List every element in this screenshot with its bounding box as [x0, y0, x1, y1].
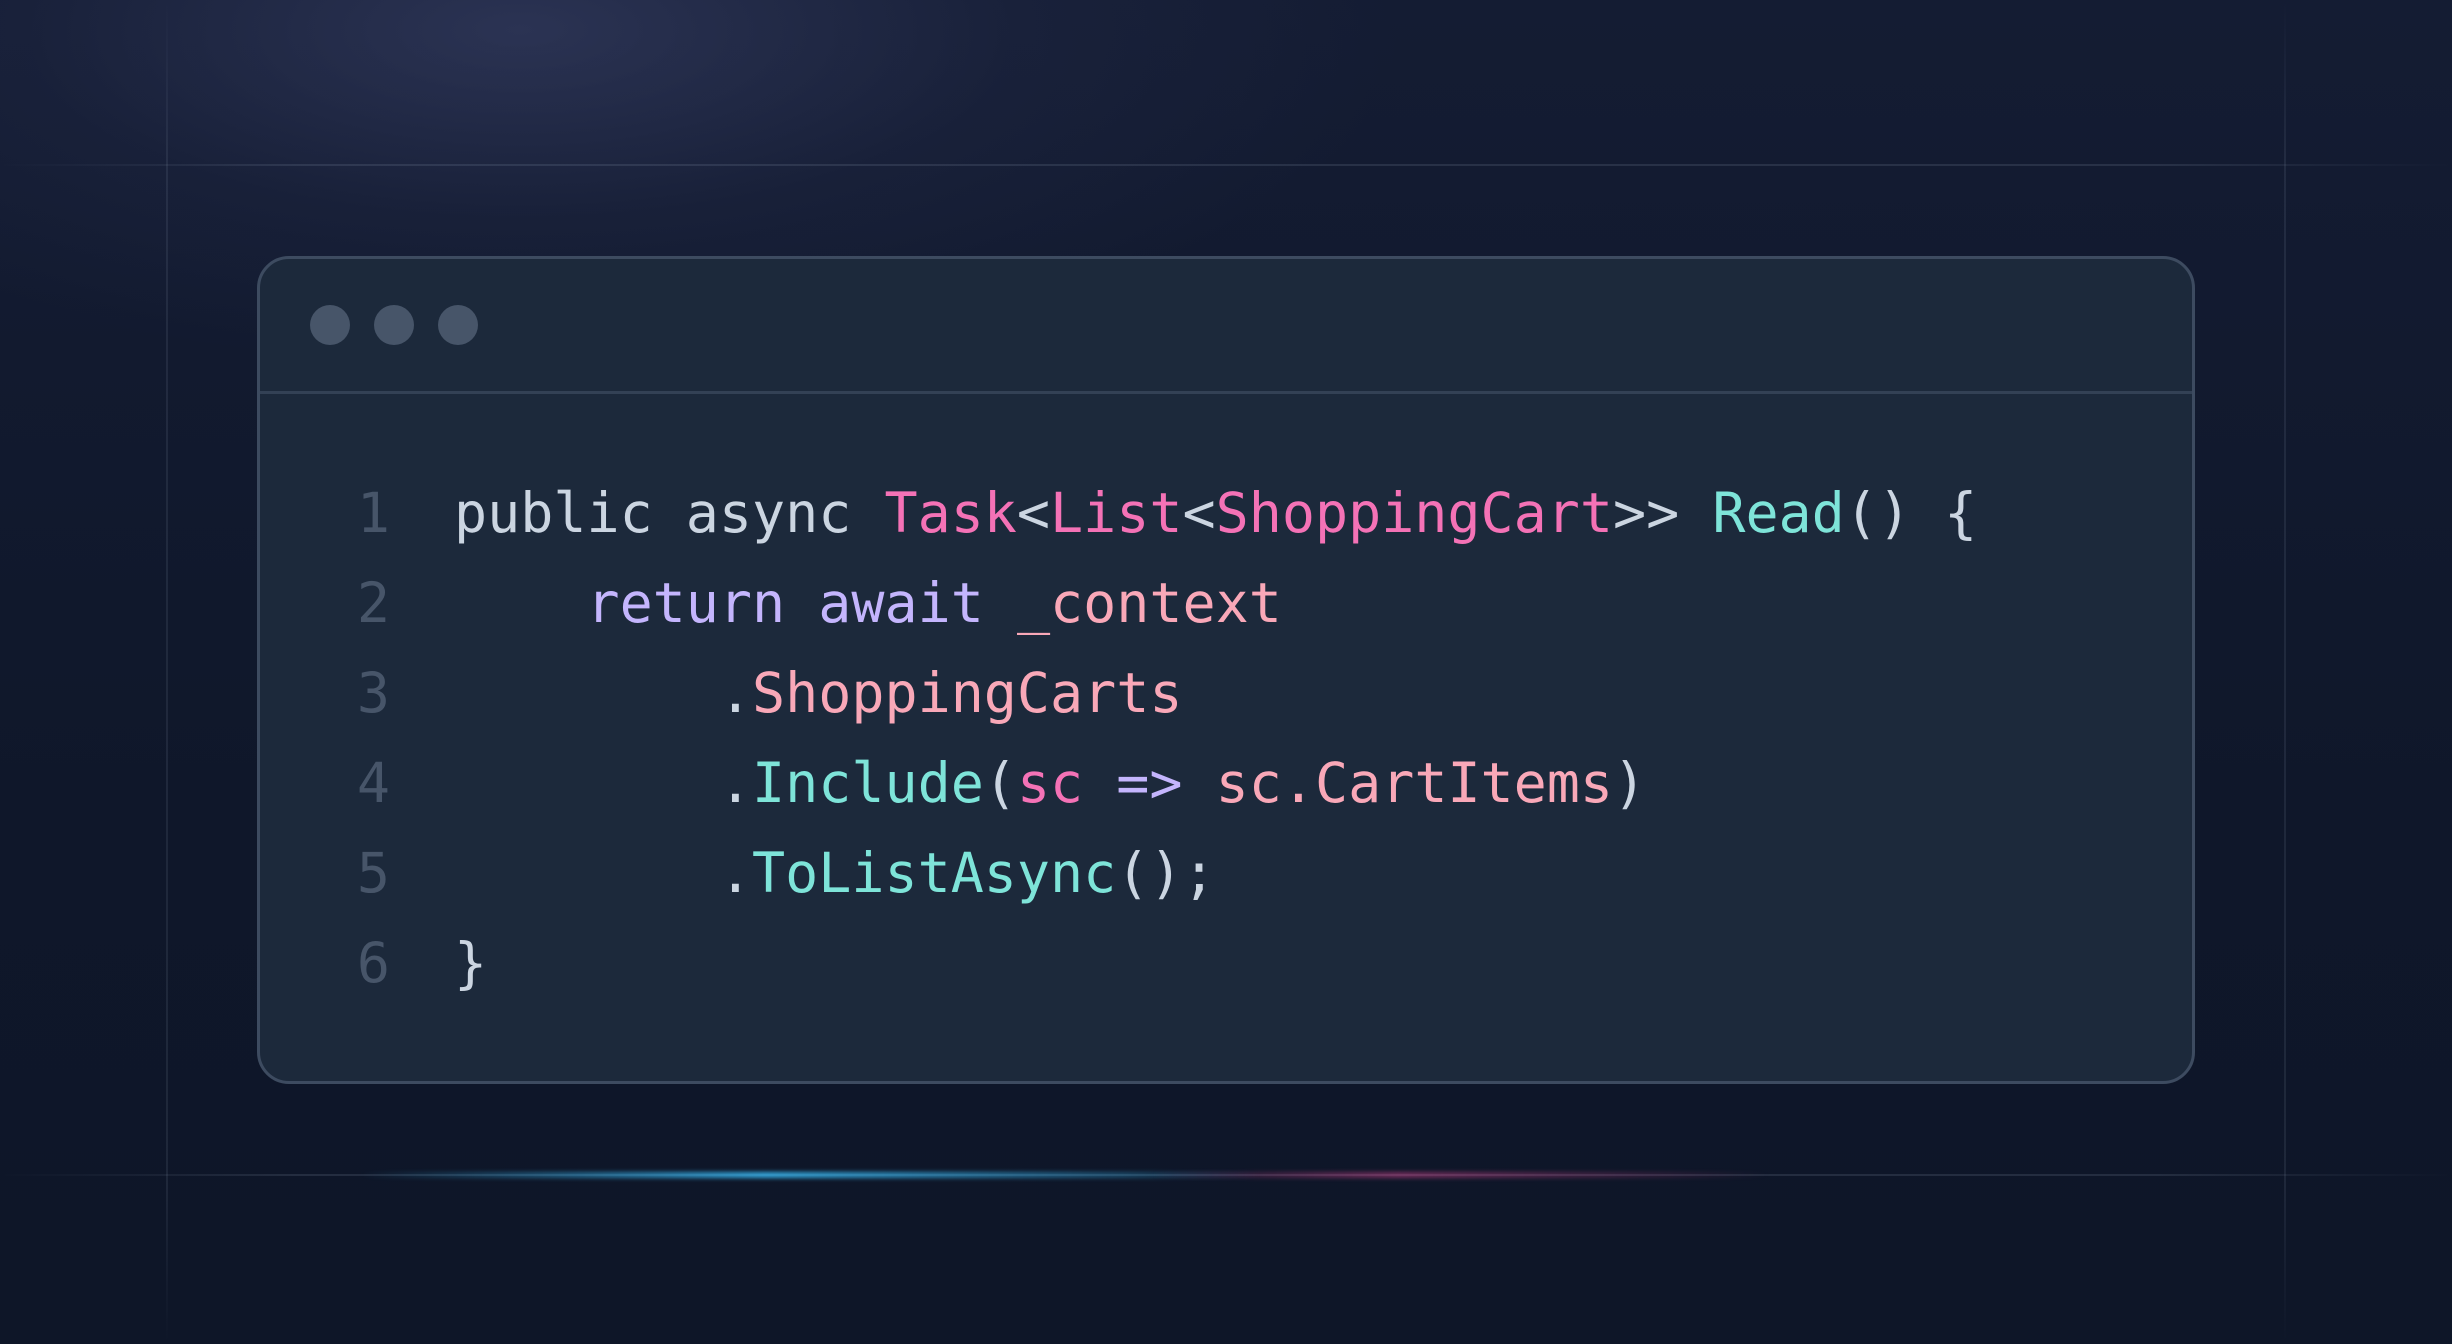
line-number: 1 [356, 481, 390, 545]
code-line: 3 .ShoppingCarts [260, 648, 2192, 738]
code-line: 4 .Include(sc => sc.CartItems) [260, 738, 2192, 828]
code-token-member: _context [1016, 571, 1282, 635]
code-token-keyword: return await [586, 571, 984, 635]
code-text: return await _context [454, 558, 1282, 648]
window-dot-icon [310, 305, 350, 345]
code-text: .Include(sc => sc.CartItems) [454, 738, 1646, 828]
code-line: 2 return await _context [260, 558, 2192, 648]
code-token-default: ( [983, 751, 1017, 815]
guide-line-top [0, 164, 2452, 166]
line-number: 6 [356, 931, 390, 995]
code-text: .ToListAsync(); [454, 828, 1216, 918]
code-token-param: sc [1016, 751, 1084, 815]
code-token-default: public async [454, 481, 885, 545]
guide-line-left [166, 0, 168, 1344]
code-token-member: ShoppingCarts [752, 661, 1183, 725]
code-token-default: (); [1116, 841, 1216, 905]
code-token-type: ShoppingCart [1215, 481, 1613, 545]
guide-line-right [2284, 0, 2286, 1344]
code-token-default: < [1016, 481, 1051, 545]
code-token-default: } [454, 931, 488, 995]
line-number: 4 [356, 751, 390, 815]
code-token-default: () { [1844, 481, 1978, 545]
code-token-default [984, 571, 1017, 635]
code-token-method: ToListAsync [752, 841, 1117, 905]
code-token-default [1183, 751, 1216, 815]
code-token-default: ) [1613, 751, 1647, 815]
code-token-default: . [454, 661, 753, 725]
code-token-op: => [1116, 751, 1183, 815]
code-line: 5 .ToListAsync(); [260, 828, 2192, 918]
code-line: 6} [260, 918, 2192, 1008]
code-text: } [454, 918, 487, 1008]
code-token-type: Task [884, 481, 1017, 545]
line-number: 3 [356, 661, 390, 725]
line-number: 5 [356, 841, 390, 905]
code-token-method: Include [752, 751, 984, 815]
canvas: 1 public async Task<List<ShoppingCart>> R… [0, 0, 2452, 1344]
window-dot-icon [374, 305, 414, 345]
code-token-default: >> [1612, 481, 1713, 545]
code-line: 1 public async Task<List<ShoppingCart>> R… [260, 468, 2192, 558]
code-token-default: . [454, 751, 753, 815]
code-text: .ShoppingCarts [454, 648, 1183, 738]
accent-glow-blue [360, 1172, 1260, 1178]
code-token-default: < [1182, 481, 1216, 545]
code-token-member: sc.CartItems [1215, 751, 1614, 815]
window-titlebar [260, 259, 2192, 394]
code-token-default [1083, 751, 1116, 815]
code-body: 1 public async Task<List<ShoppingCart>> R… [260, 468, 2192, 1008]
accent-glow-pink [1150, 1172, 1770, 1178]
code-token-default [454, 571, 586, 635]
code-token-type: List [1050, 481, 1183, 545]
code-text: public async Task<List<ShoppingCart>> Re… [454, 468, 1977, 558]
window-dot-icon [438, 305, 478, 345]
line-number: 2 [356, 571, 390, 635]
code-token-method: Read [1712, 481, 1845, 545]
code-token-default: . [454, 841, 753, 905]
code-window: 1 public async Task<List<ShoppingCart>> R… [257, 256, 2195, 1084]
